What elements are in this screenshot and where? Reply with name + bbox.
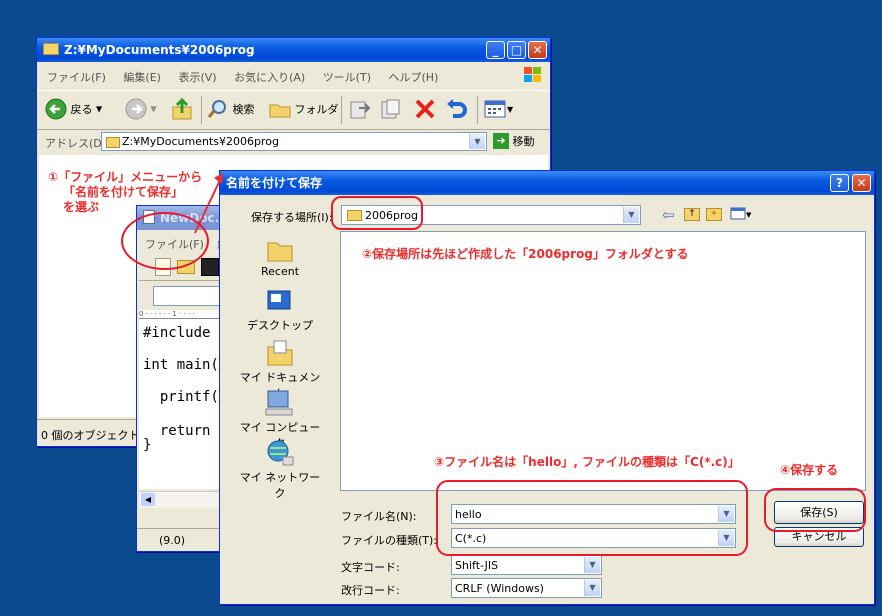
annotation-step3: ③ファイル名は「hello」, ファイルの種類は「C(*.c)」 (434, 455, 740, 469)
charcode-label: 文字コード: (341, 561, 400, 574)
forward-button[interactable]: ▼ (125, 98, 157, 120)
address-field[interactable]: Z:¥MyDocuments¥2006prog ▼ (101, 132, 487, 151)
place-desktop[interactable]: デスクトップ (236, 287, 324, 333)
back-nav-icon[interactable]: ⇦ (662, 206, 675, 224)
desktop-icon (267, 290, 291, 310)
copy-to-icon[interactable] (380, 98, 402, 123)
menu-edit[interactable]: 編集(E) (123, 71, 161, 84)
menu-tools[interactable]: ツール(T) (323, 71, 371, 84)
code-line-2: int main( (143, 357, 219, 373)
undo-icon[interactable] (445, 98, 467, 123)
go-label: 移動 (512, 135, 535, 148)
annotation-step1-line3: を選ぶ (63, 200, 100, 214)
scroll-left-icon[interactable]: ◀ (141, 493, 155, 506)
charcode-value: Shift-JIS (455, 559, 499, 572)
recent-folder-icon (267, 242, 293, 262)
place-recent-label: Recent (260, 265, 300, 278)
explorer-title: Z:¥MyDocuments¥2006prog (64, 43, 255, 57)
my-documents-icon (267, 340, 293, 366)
svg-text:▼: ▼ (746, 211, 752, 219)
charcode-dropdown-icon[interactable]: ▼ (584, 557, 600, 573)
my-computer-icon (265, 390, 293, 416)
folders-icon (269, 104, 291, 118)
search-icon (207, 100, 226, 118)
search-button[interactable]: 検索 (207, 99, 255, 119)
newline-dropdown-icon[interactable]: ▼ (584, 580, 600, 596)
close-button[interactable]: ✕ (528, 41, 547, 59)
code-line-4: return 0 (143, 423, 228, 439)
place-recent[interactable]: Recent (236, 237, 324, 278)
help-button[interactable]: ? (830, 174, 849, 192)
folders-button[interactable]: フォルダ (269, 99, 339, 119)
address-dropdown-icon[interactable]: ▼ (469, 134, 485, 149)
annotation-step4-box (764, 488, 866, 532)
explorer-menubar: ファイル(F) 編集(E) 表示(V) お気に入り(A) ツール(T) ヘルプ(… (47, 69, 452, 85)
place-my-network[interactable]: マイ ネットワーク (236, 439, 324, 501)
go-arrow-icon: ➔ (493, 133, 509, 149)
annotation-step2: ②保存場所は先ほど作成した「2006prog」フォルダとする (362, 247, 689, 261)
place-desktop-label: デスクトップ (247, 319, 313, 332)
back-button[interactable]: 戻る ▼ (45, 98, 102, 120)
delete-icon[interactable] (414, 98, 436, 123)
back-arrow-icon (45, 98, 67, 120)
forward-arrow-icon (125, 98, 147, 120)
maximize-button[interactable]: □ (507, 41, 526, 59)
up-folder-icon[interactable] (171, 97, 193, 124)
annotation-step1-circle (121, 212, 209, 270)
menu-view[interactable]: 表示(V) (178, 71, 216, 84)
newline-select[interactable]: CRLF (Windows) ▼ (451, 578, 602, 598)
minimize-button[interactable]: _ (486, 41, 505, 59)
annotation-step1-line2: 「名前を付けて保存」 (63, 185, 184, 199)
cursor-position: (9.0) (159, 534, 186, 547)
folder-icon (43, 43, 59, 55)
move-to-icon[interactable] (349, 98, 371, 123)
newline-label: 改行コード: (341, 584, 400, 597)
code-line-1: #include < (143, 325, 228, 341)
svg-text:▼: ▼ (507, 105, 514, 114)
save-in-dropdown-icon[interactable]: ▼ (623, 207, 639, 223)
save-file-icon[interactable] (201, 258, 219, 276)
address-label: アドレス(D) (45, 137, 107, 150)
charcode-select[interactable]: Shift-JIS ▼ (451, 555, 602, 575)
filename-label: ファイル名(N): (341, 510, 417, 523)
dialog-titlebar[interactable]: 名前を付けて保存 ? ✕ (220, 171, 874, 195)
folders-label: フォルダ (294, 103, 339, 116)
my-network-icon (267, 440, 294, 466)
menu-help[interactable]: ヘルプ(H) (389, 71, 439, 84)
filetype-label: ファイルの種類(T): (341, 534, 438, 547)
dialog-close-button[interactable]: ✕ (852, 174, 871, 192)
annotation-step1: ①「ファイル」メニューから 「名前を付けて保存」 を選ぶ (48, 170, 202, 215)
newline-value: CRLF (Windows) (455, 582, 544, 595)
up-one-level-icon[interactable]: ↑ (684, 208, 700, 221)
new-folder-icon[interactable]: ✦ (706, 208, 722, 221)
save-in-label: 保存する場所(I): (251, 211, 333, 224)
dialog-title: 名前を付けて保存 (226, 176, 323, 190)
address-folder-icon (106, 137, 120, 148)
code-line-3: printf( (143, 389, 219, 405)
annotation-step1-line1: ①「ファイル」メニューから (48, 170, 203, 184)
search-label: 検索 (232, 103, 255, 116)
place-my-network-label: マイ ネットワーク (239, 471, 321, 500)
annotation-step4: ④保存する (780, 463, 839, 477)
file-list[interactable] (340, 231, 866, 491)
code-line-5: } (143, 437, 152, 453)
back-label: 戻る (70, 103, 93, 116)
windows-logo-icon (524, 67, 542, 83)
menu-favorites[interactable]: お気に入り(A) (234, 71, 305, 84)
places-bar: Recent デスクトップ マイ ドキュメント マイ コンピュータ マイ ネット… (236, 233, 324, 500)
go-button[interactable]: ➔ 移動 (493, 133, 535, 149)
annotation-step2-box (331, 196, 423, 230)
menu-file[interactable]: ファイル(F) (47, 71, 106, 84)
status-text: 0 個のオブジェクト (41, 429, 140, 442)
view-menu-icon[interactable]: ▼ (730, 207, 754, 224)
annotation-step3-box (436, 480, 748, 556)
views-icon[interactable]: ▼ (484, 99, 514, 122)
explorer-titlebar[interactable]: Z:¥MyDocuments¥2006prog _ □ ✕ (37, 38, 550, 62)
address-value: Z:¥MyDocuments¥2006prog (122, 135, 279, 148)
